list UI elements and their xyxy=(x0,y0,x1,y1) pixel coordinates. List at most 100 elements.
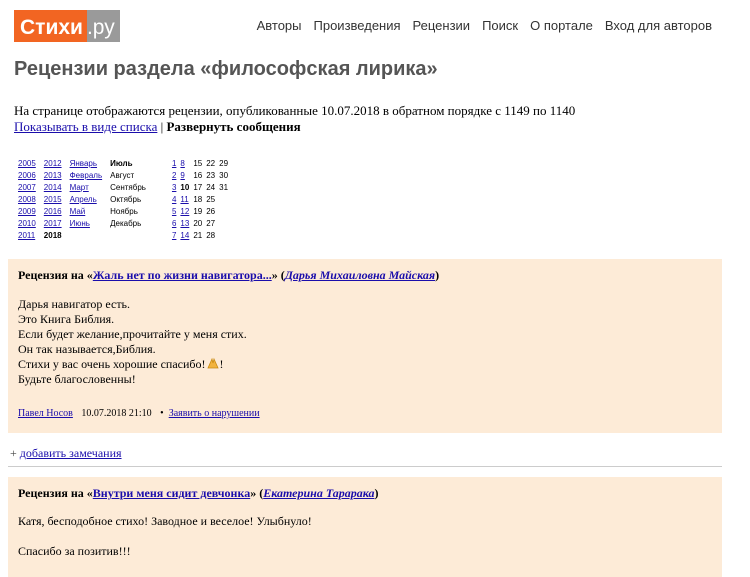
calendar-day-link[interactable]: 11 xyxy=(180,195,188,204)
calendar-year[interactable]: 2006 xyxy=(14,170,40,182)
calendar-year[interactable]: 2011 xyxy=(14,230,40,242)
calendar-day-link[interactable]: 8 xyxy=(180,159,184,168)
calendar-year[interactable]: 2005 xyxy=(14,158,40,170)
review-work-link[interactable]: Жаль нет по жизни навигатора... xyxy=(93,268,272,282)
calendar-month[interactable]: Апрель xyxy=(66,194,107,206)
calendar-day[interactable]: 11 xyxy=(178,194,191,206)
calendar-day[interactable]: 5 xyxy=(170,206,178,218)
calendar-year-link[interactable]: 2016 xyxy=(44,207,62,216)
nav-works[interactable]: Произведения xyxy=(314,18,401,33)
calendar-year[interactable]: 2017 xyxy=(40,218,66,230)
review-author-link[interactable]: Дарья Михаиловна Майская xyxy=(285,268,435,282)
calendar-day-link[interactable]: 12 xyxy=(180,207,189,216)
intro-separator: | xyxy=(160,119,164,134)
calendar-year-link[interactable]: 2011 xyxy=(18,231,35,240)
calendar-month-link[interactable]: Май xyxy=(70,207,86,216)
calendar-day-link[interactable]: 1 xyxy=(172,159,176,168)
calendar-month-link[interactable]: Июнь xyxy=(70,219,90,228)
calendar-month[interactable]: Январь xyxy=(66,158,107,170)
review-date: 10.07.2018 21:10 xyxy=(81,408,152,419)
calendar-year[interactable]: 2014 xyxy=(40,182,66,194)
logo-part-1: Стихи xyxy=(14,10,87,42)
calendar-day[interactable]: 14 xyxy=(178,230,191,242)
calendar-day-link[interactable]: 7 xyxy=(172,231,176,240)
calendar-year[interactable]: 2012 xyxy=(40,158,66,170)
calendar-year-link[interactable]: 2014 xyxy=(44,183,62,192)
calendar-month: Сентябрь xyxy=(110,183,146,192)
calendar-day-link[interactable]: 9 xyxy=(180,171,184,180)
calendar-day-link[interactable]: 6 xyxy=(172,219,176,228)
calendar-month[interactable] xyxy=(66,230,107,242)
nav-login[interactable]: Вход для авторов xyxy=(605,18,712,33)
calendar-day[interactable]: 8 xyxy=(178,158,191,170)
review-prefix: Рецензия на « xyxy=(18,486,93,500)
calendar-year-link[interactable]: 2015 xyxy=(44,195,62,204)
calendar-gap xyxy=(150,182,170,194)
calendar-year-link[interactable]: 2012 xyxy=(44,159,62,168)
calendar-year-link[interactable]: 2008 xyxy=(18,195,36,204)
calendar-year-link[interactable]: 2013 xyxy=(44,171,62,180)
calendar-month[interactable]: Февраль xyxy=(66,170,107,182)
calendar-day[interactable]: 1 xyxy=(170,158,178,170)
calendar-day[interactable]: 9 xyxy=(178,170,191,182)
calendar-month-link[interactable]: Март xyxy=(70,183,89,192)
site-logo[interactable]: Стихи .ру xyxy=(14,10,120,42)
calendar-day[interactable]: 3 xyxy=(170,182,178,194)
calendar-day-link[interactable]: 14 xyxy=(180,231,189,240)
calendar-year[interactable]: 2010 xyxy=(14,218,40,230)
calendar-day-link[interactable]: 2 xyxy=(172,171,176,180)
calendar-day-link[interactable]: 3 xyxy=(172,183,176,192)
calendar-month: Август xyxy=(110,171,135,180)
calendar-day: 31 xyxy=(219,183,229,192)
calendar-month: Ноябрь xyxy=(110,207,138,216)
calendar-month[interactable]: Июнь xyxy=(66,218,107,230)
calendar-month[interactable]: Март xyxy=(66,182,107,194)
calendar-year-link[interactable]: 2005 xyxy=(18,159,36,168)
review-meta: Павел Носов 10.07.2018 21:10 • Заявить о… xyxy=(18,408,260,419)
review-work-link[interactable]: Внутри меня сидит девчонка xyxy=(93,486,250,500)
calendar-day-link[interactable]: 4 xyxy=(172,195,176,204)
calendar-month: Июль xyxy=(110,159,133,168)
calendar-day: 23 xyxy=(206,171,216,180)
show-as-list-link[interactable]: Показывать в виде списка xyxy=(14,119,157,134)
calendar-year[interactable]: 2008 xyxy=(14,194,40,206)
nav-reviews[interactable]: Рецензии xyxy=(413,18,471,33)
calendar-gap xyxy=(150,158,170,170)
review-author-link[interactable]: Екатерина Тарарака xyxy=(263,486,374,500)
calendar-day: 24 xyxy=(206,183,216,192)
calendar-day-link[interactable]: 5 xyxy=(172,207,176,216)
calendar-year-link[interactable]: 2007 xyxy=(18,183,36,192)
calendar-day[interactable]: 6 xyxy=(170,218,178,230)
calendar-year-link[interactable]: 2009 xyxy=(18,207,36,216)
calendar-month-link[interactable]: Февраль xyxy=(70,171,103,180)
calendar-day[interactable]: 7 xyxy=(170,230,178,242)
review-mid: » ( xyxy=(250,486,264,500)
calendar-day[interactable]: 4 xyxy=(170,194,178,206)
calendar-month-link[interactable]: Апрель xyxy=(70,195,97,204)
calendar-year[interactable]: 2013 xyxy=(40,170,66,182)
calendar-year[interactable]: 2016 xyxy=(40,206,66,218)
calendar-year[interactable]: 2015 xyxy=(40,194,66,206)
calendar-month-link[interactable]: Январь xyxy=(70,159,97,168)
divider xyxy=(8,466,722,467)
calendar-day[interactable]: 12 xyxy=(178,206,191,218)
calendar-day[interactable]: 13 xyxy=(178,218,191,230)
calendar-day: 15 xyxy=(193,159,203,168)
nav-authors[interactable]: Авторы xyxy=(257,18,302,33)
reviewer-link[interactable]: Павел Носов xyxy=(18,408,73,419)
report-violation-link[interactable]: Заявить о нарушении xyxy=(169,408,260,419)
review-line: Будьте благословенны! xyxy=(18,372,136,386)
review-heading: Рецензия на «Внутри меня сидит девчонка»… xyxy=(18,486,379,501)
nav-search[interactable]: Поиск xyxy=(482,18,518,33)
calendar-year-link[interactable]: 2006 xyxy=(18,171,36,180)
nav-about[interactable]: О портале xyxy=(530,18,593,33)
calendar-year[interactable]: 2007 xyxy=(14,182,40,194)
calendar-year-link[interactable]: 2010 xyxy=(18,219,36,228)
add-comment-link[interactable]: добавить замечания xyxy=(20,446,122,460)
calendar-year-link[interactable]: 2017 xyxy=(44,219,62,228)
top-nav: Авторы Произведения Рецензии Поиск О пор… xyxy=(257,18,712,33)
calendar-day-link[interactable]: 13 xyxy=(180,219,189,228)
calendar-month[interactable]: Май xyxy=(66,206,107,218)
calendar-day[interactable]: 2 xyxy=(170,170,178,182)
calendar-year[interactable]: 2009 xyxy=(14,206,40,218)
